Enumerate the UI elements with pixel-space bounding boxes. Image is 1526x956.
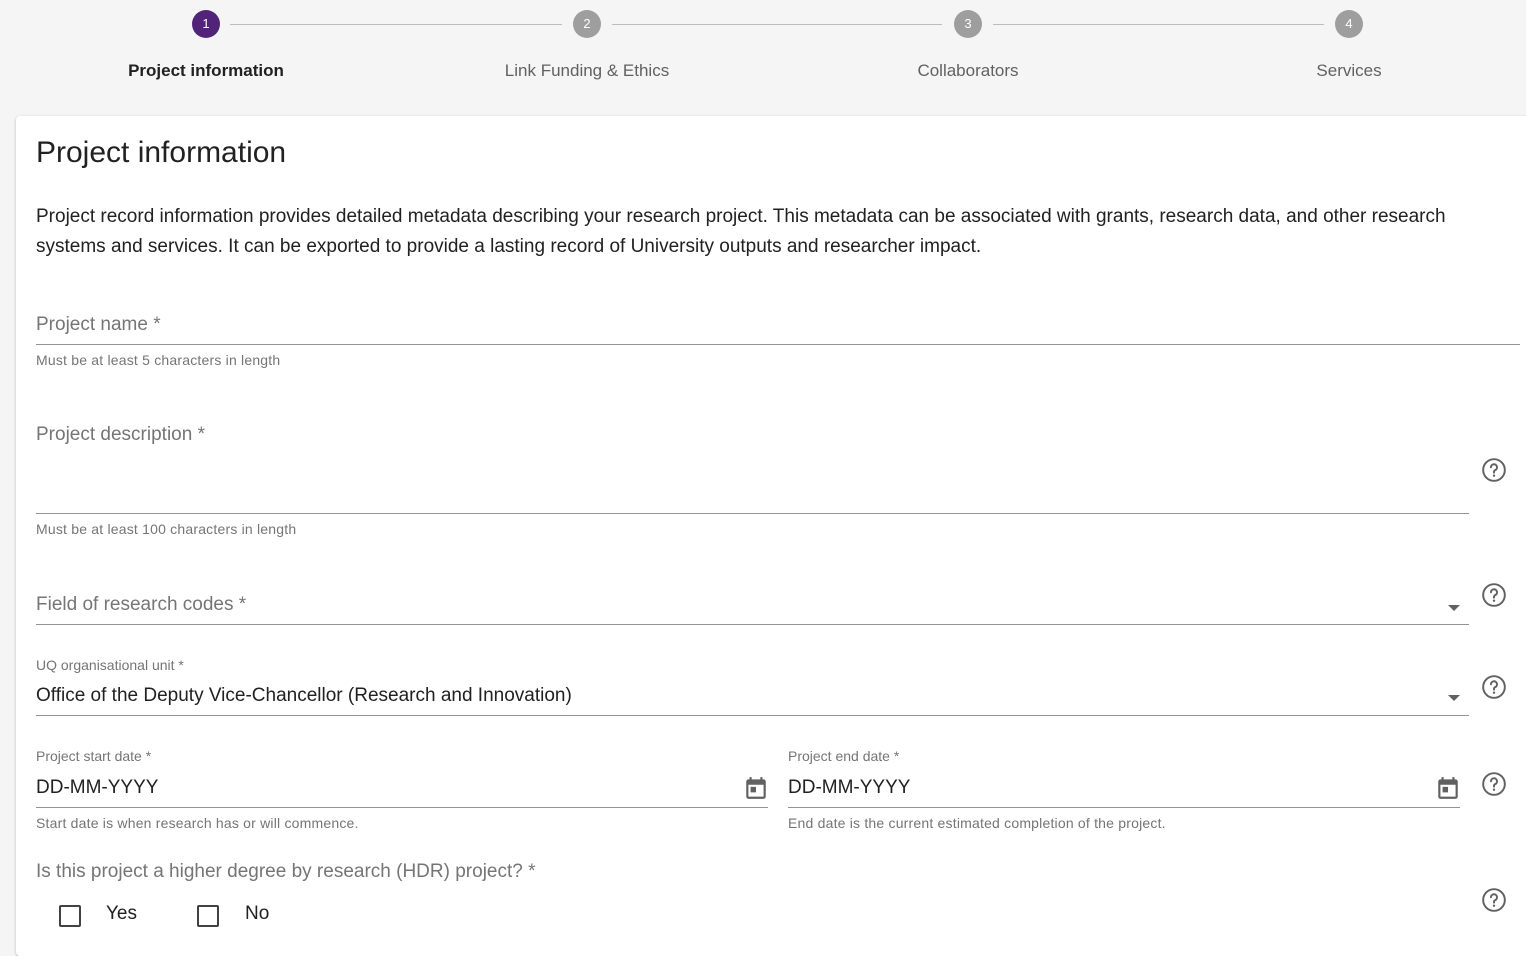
dropdown-arrow-icon [1448, 695, 1460, 701]
end-date-label: Project end date * [788, 748, 900, 764]
underline [36, 624, 1469, 625]
page-title: Project information [36, 136, 287, 169]
calendar-icon[interactable] [1435, 775, 1461, 801]
org-unit-value: Office of the Deputy Vice-Chancellor (Re… [36, 685, 572, 706]
checkbox-icon[interactable] [197, 905, 219, 927]
step-services[interactable]: 4 Services [1249, 10, 1449, 81]
project-name-field[interactable]: Project name * [36, 306, 1520, 346]
step-label: Collaborators [917, 61, 1019, 80]
field-of-research-select[interactable]: Field of research codes * [36, 586, 1469, 626]
underline [36, 513, 1469, 514]
underline [36, 807, 768, 808]
step-number: 3 [954, 10, 982, 38]
project-name-helper: Must be at least 5 characters in length [36, 352, 281, 368]
step-number: 4 [1335, 10, 1363, 38]
underline [788, 807, 1460, 808]
step-collaborators[interactable]: 3 Collaborators [868, 10, 1068, 81]
start-date-label: Project start date * [36, 748, 152, 764]
org-unit-select[interactable]: UQ organisational unit * Office of the D… [36, 656, 1469, 717]
end-date-field[interactable]: Project end date * DD-MM-YYYY [788, 747, 1460, 809]
step-number: 2 [573, 10, 601, 38]
project-description-helper: Must be at least 100 characters in lengt… [36, 521, 297, 537]
underline [36, 344, 1520, 345]
help-icon[interactable] [1481, 771, 1507, 797]
end-date-input[interactable]: DD-MM-YYYY [788, 777, 910, 799]
intro-text: Project record information provides deta… [36, 206, 1446, 257]
step-label: Project information [128, 61, 284, 80]
underline [36, 715, 1469, 716]
hdr-no-label: No [245, 903, 270, 924]
project-name-label: Project name * [36, 314, 161, 335]
help-icon[interactable] [1481, 887, 1507, 913]
help-icon[interactable] [1481, 674, 1507, 700]
start-date-input[interactable]: DD-MM-YYYY [36, 777, 158, 799]
hdr-yes-label: Yes [106, 903, 137, 924]
step-project-information[interactable]: 1 Project information [106, 10, 306, 81]
step-link-funding-ethics[interactable]: 2 Link Funding & Ethics [487, 10, 687, 81]
project-information-card: Project information Project record infor… [16, 116, 1526, 956]
step-label: Link Funding & Ethics [504, 61, 670, 80]
hdr-no-option[interactable]: No [194, 901, 294, 927]
stepper: 1 Project information 2 Link Funding & E… [0, 0, 1526, 110]
hdr-yes-option[interactable]: Yes [56, 901, 156, 927]
org-unit-label: UQ organisational unit * [36, 657, 184, 673]
project-description-field[interactable]: Project description * [36, 416, 1469, 516]
checkbox-icon[interactable] [59, 905, 81, 927]
help-icon[interactable] [1481, 582, 1507, 608]
dropdown-arrow-icon [1448, 605, 1460, 611]
step-label: Services [1316, 61, 1382, 80]
step-number: 1 [192, 10, 220, 38]
field-of-research-label: Field of research codes * [36, 594, 247, 615]
start-date-field[interactable]: Project start date * DD-MM-YYYY [36, 747, 768, 809]
calendar-icon[interactable] [743, 775, 769, 801]
end-date-helper: End date is the current estimated comple… [788, 815, 1166, 831]
project-description-label: Project description * [36, 424, 205, 445]
start-date-helper: Start date is when research has or will … [36, 815, 359, 831]
help-icon[interactable] [1481, 457, 1507, 483]
hdr-question: Is this project a higher degree by resea… [36, 861, 536, 882]
